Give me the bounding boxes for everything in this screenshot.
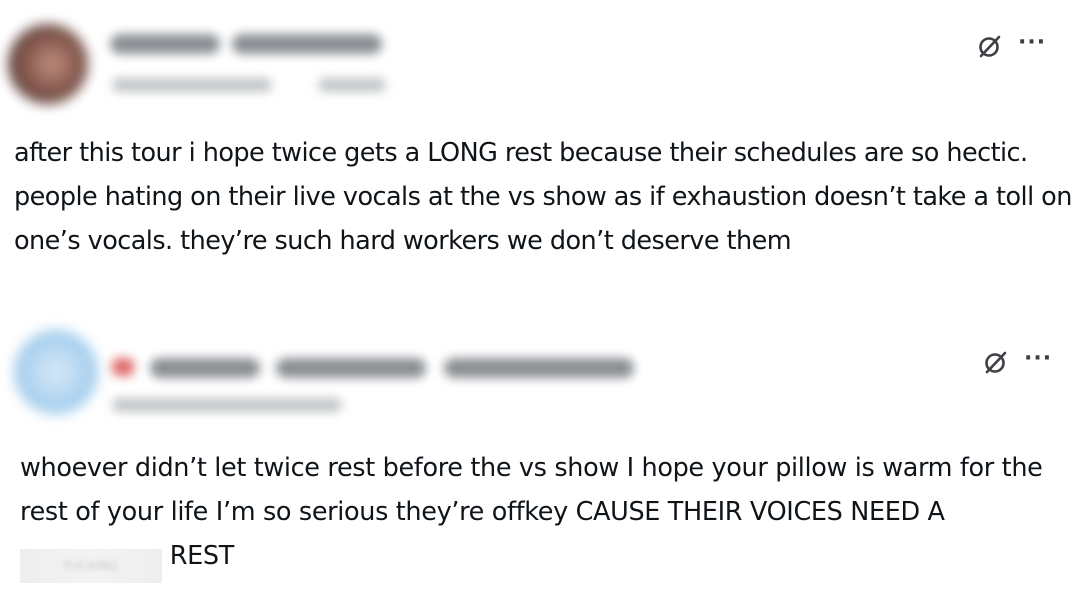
display-name-emoji-redacted xyxy=(112,358,134,376)
timestamp-redacted xyxy=(318,78,386,92)
censored-word: FUCKING xyxy=(20,549,162,583)
display-name-redacted xyxy=(110,34,220,54)
display-name-redacted xyxy=(150,358,260,378)
post-text: whoever didn’t let twice rest before the… xyxy=(20,446,1075,583)
post-text-after: REST xyxy=(162,541,235,571)
username-redacted xyxy=(112,398,342,412)
grok-icon[interactable] xyxy=(976,32,1004,60)
display-name-redacted xyxy=(444,358,634,378)
post-1[interactable]: ··· after this tour i hope twice gets a … xyxy=(0,0,1080,320)
post-actions: ··· xyxy=(976,32,1046,60)
post-text-before: whoever didn’t let twice rest before the… xyxy=(20,453,1051,527)
display-name-redacted xyxy=(232,34,382,54)
post-actions: ··· xyxy=(982,348,1052,376)
avatar[interactable] xyxy=(8,24,88,104)
username-redacted xyxy=(112,78,272,92)
post-2[interactable]: ··· whoever didn’t let twice rest before… xyxy=(0,320,1080,601)
more-options-icon[interactable]: ··· xyxy=(1024,348,1052,370)
display-name-redacted xyxy=(276,358,426,378)
avatar[interactable] xyxy=(14,330,98,414)
more-options-icon[interactable]: ··· xyxy=(1018,32,1046,54)
grok-icon[interactable] xyxy=(982,348,1010,376)
post-text: after this tour i hope twice gets a LONG… xyxy=(14,138,1080,256)
